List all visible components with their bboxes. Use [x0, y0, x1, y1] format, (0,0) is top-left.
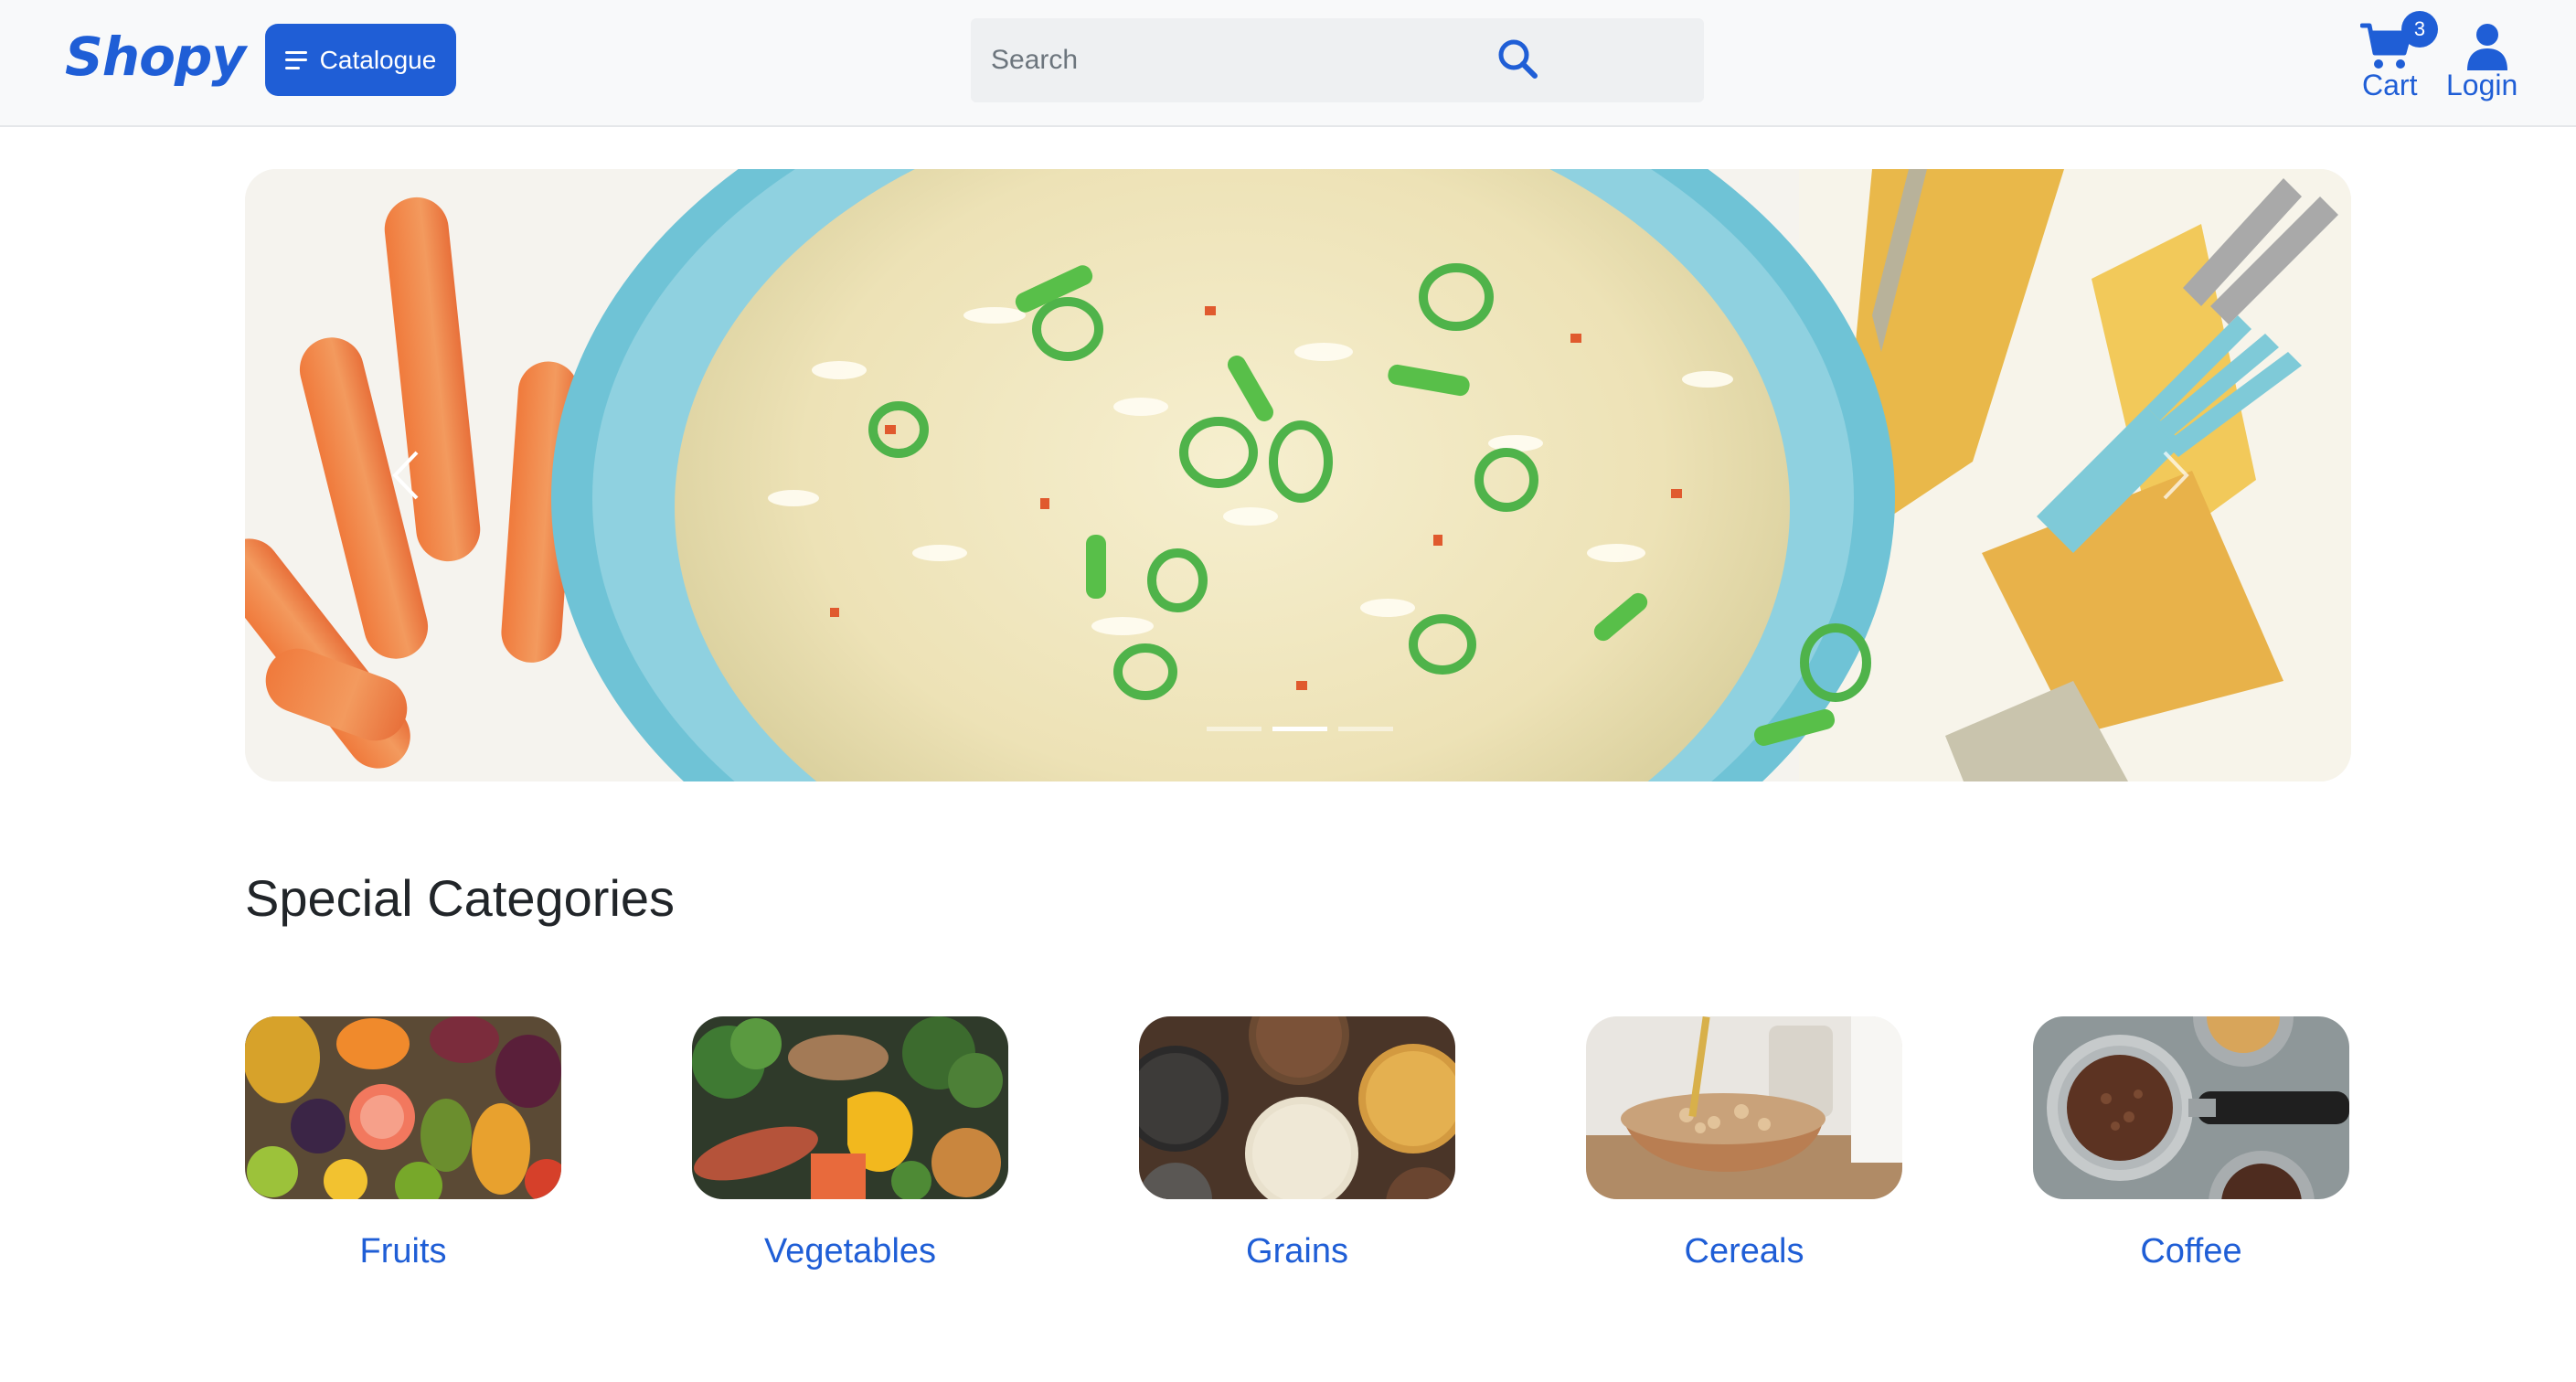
carousel-indicators	[1207, 727, 1393, 731]
category-image-cereals	[1586, 1016, 1902, 1199]
category-card-cereals[interactable]: Cereals	[1586, 1016, 1902, 1291]
category-card-coffee[interactable]: Coffee	[2033, 1016, 2349, 1291]
hamburger-icon	[284, 50, 307, 69]
category-card-fruits[interactable]: Fruits	[245, 1016, 561, 1291]
login-label: Login	[2446, 69, 2518, 101]
category-label[interactable]: Coffee	[2033, 1232, 2349, 1271]
cart-label: Cart	[2362, 69, 2418, 101]
category-label[interactable]: Fruits	[245, 1232, 561, 1271]
chevron-left-icon[interactable]	[373, 434, 437, 516]
search-input[interactable]	[971, 18, 1510, 102]
category-image-vegetables	[692, 1016, 1008, 1199]
hero-carousel	[245, 169, 2351, 781]
category-image-fruits	[245, 1016, 561, 1199]
carousel-indicator-1[interactable]	[1207, 727, 1261, 731]
category-card-grains[interactable]: Grains	[1139, 1016, 1455, 1291]
navbar: Shopy Catalogue 3 Cart Login	[0, 0, 2576, 127]
category-label[interactable]: Grains	[1139, 1232, 1455, 1271]
carousel-indicator-2[interactable]	[1272, 727, 1327, 731]
login-button[interactable]: Login	[2437, 11, 2528, 112]
category-label[interactable]: Vegetables	[692, 1232, 1008, 1271]
category-card-vegetables[interactable]: Vegetables	[692, 1016, 1008, 1291]
carousel-indicator-3[interactable]	[1338, 727, 1393, 731]
chevron-right-icon[interactable]	[2145, 434, 2209, 516]
search-box	[971, 18, 1704, 102]
cart-button[interactable]: 3 Cart	[2355, 11, 2438, 112]
user-icon	[2467, 24, 2507, 70]
category-image-grains	[1139, 1016, 1455, 1199]
search-icon[interactable]	[1496, 37, 1539, 80]
section-title: Special Categories	[245, 869, 676, 927]
category-image-coffee	[2033, 1016, 2349, 1199]
brand-logo[interactable]: Shopy	[65, 26, 246, 88]
cart-count-badge: 3	[2401, 11, 2438, 48]
category-label[interactable]: Cereals	[1586, 1232, 1902, 1271]
hero-slide-image	[245, 169, 2351, 781]
catalogue-button[interactable]: Catalogue	[265, 24, 456, 96]
catalogue-label: Catalogue	[319, 45, 437, 74]
